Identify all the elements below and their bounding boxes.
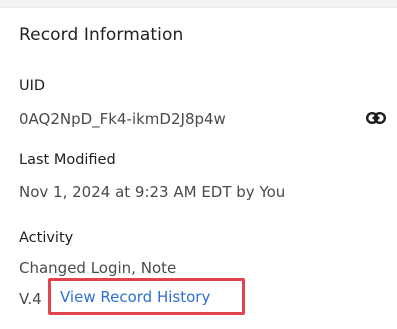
last-modified-value: Nov 1, 2024 at 9:23 AM EDT by You (19, 183, 286, 201)
uid-label: UID (19, 78, 46, 94)
view-record-history-link[interactable]: View Record History (60, 288, 210, 306)
link-icon (366, 109, 387, 128)
top-divider (0, 0, 397, 8)
copy-link-button[interactable] (364, 106, 388, 130)
record-information-panel: Record Information UID 0AQ2NpD_Fk4-ikmD2… (0, 0, 397, 329)
uid-value: 0AQ2NpD_Fk4-ikmD2J8p4w (19, 110, 226, 128)
version-label: V.4 (19, 290, 42, 308)
activity-label: Activity (19, 230, 74, 246)
section-title: Record Information (19, 25, 184, 45)
activity-value: Changed Login, Note (19, 259, 177, 277)
last-modified-label: Last Modified (19, 152, 116, 168)
version-row: V.4 (19, 289, 42, 309)
